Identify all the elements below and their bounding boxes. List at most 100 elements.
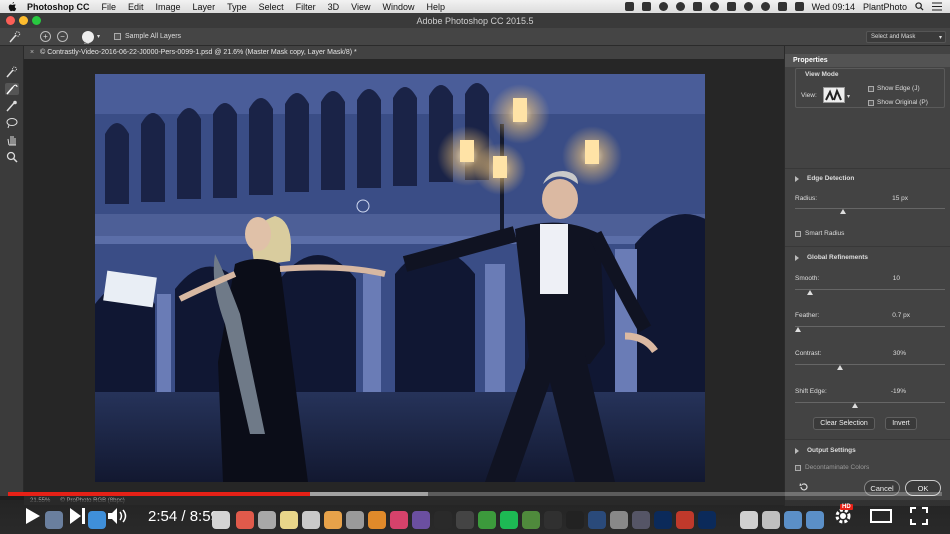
global-refinements-heading[interactable]: Global Refinements (807, 254, 868, 261)
chevron-down-icon[interactable]: ▾ (97, 33, 100, 40)
menu-help[interactable]: Help (426, 2, 445, 12)
volume-icon[interactable] (777, 2, 787, 11)
smooth-slider-knob[interactable] (807, 290, 813, 295)
photo-booth-icon[interactable] (236, 511, 254, 529)
stickies-icon[interactable] (280, 511, 298, 529)
document-canvas[interactable] (24, 60, 784, 496)
chevron-right-icon[interactable] (795, 255, 799, 261)
photoshop-icon-2[interactable] (698, 511, 716, 529)
lightroom-icon[interactable] (588, 511, 606, 529)
contrast-slider-knob[interactable] (837, 365, 843, 370)
info-status-icon[interactable] (709, 2, 719, 11)
menu-view[interactable]: View (351, 2, 370, 12)
timemachine-status-icon[interactable] (743, 2, 753, 11)
zoom-tool-icon[interactable] (5, 151, 19, 163)
photoshop-icon[interactable] (654, 511, 672, 529)
spotlight-search-icon[interactable] (915, 2, 924, 11)
refine-edge-brush-icon[interactable] (5, 83, 19, 95)
ibooks-icon[interactable] (368, 511, 386, 529)
contacts-icon[interactable] (346, 511, 364, 529)
select-and-mask-button[interactable]: Select and Mask ▾ (866, 31, 946, 43)
reset-icon[interactable] (799, 482, 809, 492)
add-to-selection-icon[interactable]: + (40, 31, 51, 42)
bridge-icon[interactable] (566, 511, 584, 529)
menu-layer[interactable]: Layer (193, 2, 216, 12)
sample-all-layers-checkbox[interactable] (114, 33, 122, 40)
contrast-slider-track[interactable] (795, 364, 945, 365)
menu-3d[interactable]: 3D (328, 2, 340, 12)
imovie-icon[interactable] (412, 511, 430, 529)
edge-detection-heading[interactable]: Edge Detection (807, 175, 854, 182)
activity-monitor-icon[interactable] (434, 511, 452, 529)
spotify-icon[interactable] (500, 511, 518, 529)
quick-selection-tool-icon[interactable] (5, 66, 19, 78)
lasso-tool-icon[interactable] (5, 117, 19, 129)
quick-selection-tool-icon[interactable] (8, 30, 22, 43)
apple-icon[interactable] (8, 1, 17, 12)
brush-tool-icon[interactable] (5, 100, 19, 112)
brush-size-icon[interactable]: 50 (82, 30, 94, 46)
chevron-down-icon[interactable]: ▾ (847, 93, 850, 100)
minimize-window-button[interactable] (19, 16, 28, 25)
menu-image[interactable]: Image (156, 2, 181, 12)
launchpad-icon[interactable] (45, 511, 63, 529)
smart-radius-checkbox[interactable] (795, 231, 801, 237)
feather-slider-knob[interactable] (795, 327, 801, 332)
photos-icon[interactable] (324, 511, 342, 529)
menu-select[interactable]: Select (259, 2, 284, 12)
invert-button[interactable]: Invert (885, 417, 917, 430)
hand-tool-icon[interactable] (5, 134, 19, 146)
radius-value[interactable]: 15 px (892, 195, 908, 202)
feather-value[interactable]: 0.7 px (892, 312, 910, 319)
document-tab[interactable]: × © Contrastly-Video-2016-06-22-J0000-Pe… (24, 46, 784, 60)
shift-edge-slider-track[interactable] (795, 402, 945, 403)
display-status-icon[interactable] (726, 2, 736, 11)
radius-slider-knob[interactable] (840, 209, 846, 214)
shift-edge-value[interactable]: -19% (891, 388, 906, 395)
folder-icon[interactable] (784, 511, 802, 529)
chevron-right-icon[interactable] (795, 448, 799, 454)
view-mode-thumbnail[interactable] (823, 87, 845, 103)
close-window-button[interactable] (6, 16, 15, 25)
contrast-value[interactable]: 30% (893, 350, 906, 357)
help-app-icon[interactable] (610, 511, 628, 529)
smooth-slider-track[interactable] (795, 289, 945, 290)
preview-icon[interactable] (258, 511, 276, 529)
document-icon-2[interactable] (762, 511, 780, 529)
image-capture-icon[interactable] (632, 511, 650, 529)
clock[interactable]: Wed 09:14 (812, 2, 855, 12)
shift-edge-slider-knob[interactable] (852, 403, 858, 408)
user-name[interactable]: PlantPhoto (863, 2, 907, 12)
photo-canvas-image[interactable] (95, 74, 705, 482)
notes-icon[interactable] (212, 511, 230, 529)
home-status-icon[interactable] (692, 2, 702, 11)
calendar-icon[interactable] (302, 511, 320, 529)
safari-icon[interactable] (88, 511, 106, 529)
terminal-icon[interactable] (544, 511, 562, 529)
radius-slider-track[interactable] (795, 208, 945, 209)
sync-status-icon[interactable] (658, 2, 668, 11)
menu-app-name[interactable]: Photoshop CC (27, 2, 90, 12)
subtract-from-selection-icon[interactable]: − (57, 31, 68, 42)
camera-status-icon[interactable] (624, 2, 634, 11)
feather-slider-track[interactable] (795, 326, 945, 327)
cc-status-icon[interactable] (675, 2, 685, 11)
decontaminate-colors-checkbox[interactable] (795, 465, 801, 471)
menu-file[interactable]: File (102, 2, 117, 12)
dropbox-status-icon[interactable] (641, 2, 651, 11)
zoom-window-button[interactable] (32, 16, 41, 25)
menu-filter[interactable]: Filter (296, 2, 316, 12)
clear-selection-button[interactable]: Clear Selection (813, 417, 875, 430)
clock-app-icon[interactable] (456, 511, 474, 529)
menu-window[interactable]: Window (382, 2, 414, 12)
itunes-icon[interactable] (390, 511, 408, 529)
video-progress-bar[interactable] (8, 492, 942, 496)
output-settings-heading[interactable]: Output Settings (807, 447, 856, 454)
show-original-checkbox[interactable] (868, 100, 874, 106)
menu-type[interactable]: Type (227, 2, 247, 12)
evernote-icon[interactable] (478, 511, 496, 529)
chevron-right-icon[interactable] (795, 176, 799, 182)
document-icon[interactable] (740, 511, 758, 529)
battery-icon[interactable] (794, 2, 804, 11)
properties-panel-title[interactable]: Properties (785, 54, 950, 67)
